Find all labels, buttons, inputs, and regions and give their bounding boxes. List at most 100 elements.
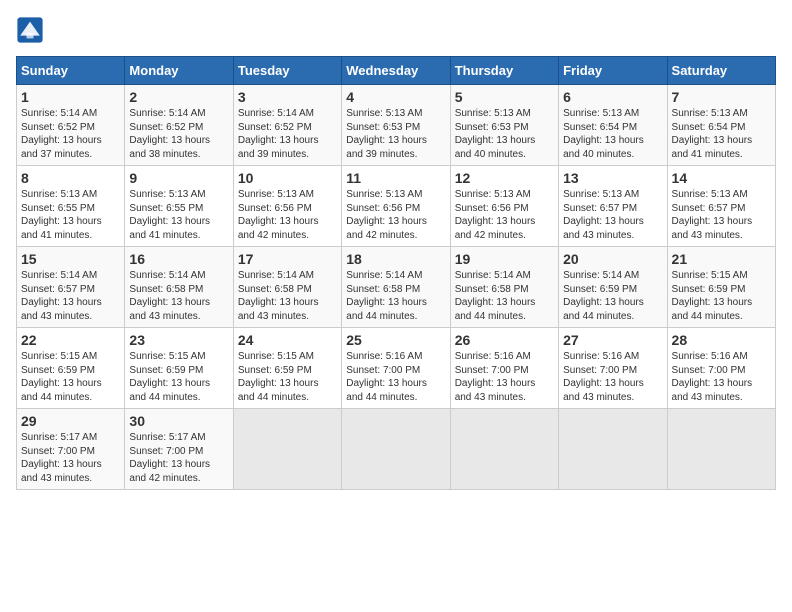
day-info: Sunrise: 5:14 AMSunset: 6:57 PMDaylight:… [21, 269, 120, 323]
day-number: 23 [129, 332, 228, 348]
day-number: 28 [672, 332, 771, 348]
day-number: 25 [346, 332, 445, 348]
day-info: Sunrise: 5:13 AMSunset: 6:55 PMDaylight:… [21, 188, 120, 242]
day-info: Sunrise: 5:13 AMSunset: 6:57 PMDaylight:… [672, 188, 771, 242]
logo [16, 16, 48, 44]
calendar-cell: 6 Sunrise: 5:13 AMSunset: 6:54 PMDaylight… [559, 85, 667, 166]
day-info: Sunrise: 5:16 AMSunset: 7:00 PMDaylight:… [346, 350, 445, 404]
day-number: 10 [238, 170, 337, 186]
day-info: Sunrise: 5:13 AMSunset: 6:57 PMDaylight:… [563, 188, 662, 242]
calendar-cell: 15 Sunrise: 5:14 AMSunset: 6:57 PMDayligh… [17, 247, 125, 328]
day-info: Sunrise: 5:13 AMSunset: 6:54 PMDaylight:… [672, 107, 771, 161]
calendar-cell: 16Sunrise: 5:14 AMSunset: 6:58 PMDayligh… [125, 247, 233, 328]
calendar-cell [342, 409, 450, 490]
calendar-cell: 1Sunrise: 5:14 AMSunset: 6:52 PMDaylight… [17, 85, 125, 166]
weekday-header-thursday: Thursday [450, 57, 558, 85]
day-number: 24 [238, 332, 337, 348]
calendar-cell [559, 409, 667, 490]
day-info: Sunrise: 5:13 AMSunset: 6:53 PMDaylight:… [455, 107, 554, 161]
weekday-header-saturday: Saturday [667, 57, 775, 85]
calendar-cell: 2Sunrise: 5:14 AMSunset: 6:52 PMDaylight… [125, 85, 233, 166]
day-number: 3 [238, 89, 337, 105]
day-number: 13 [563, 170, 662, 186]
calendar-cell: 29 Sunrise: 5:17 AMSunset: 7:00 PMDayligh… [17, 409, 125, 490]
day-number: 16 [129, 251, 228, 267]
weekday-header-row: SundayMondayTuesdayWednesdayThursdayFrid… [17, 57, 776, 85]
day-number: 17 [238, 251, 337, 267]
calendar-cell: 27 Sunrise: 5:16 AMSunset: 7:00 PMDayligh… [559, 328, 667, 409]
calendar-cell: 3 Sunrise: 5:14 AMSunset: 6:52 PMDaylight… [233, 85, 341, 166]
calendar-cell: 11 Sunrise: 5:13 AMSunset: 6:56 PMDayligh… [342, 166, 450, 247]
day-number: 15 [21, 251, 120, 267]
day-number: 19 [455, 251, 554, 267]
day-number: 29 [21, 413, 120, 429]
day-number: 2 [129, 89, 228, 105]
day-info: Sunrise: 5:14 AMSunset: 6:58 PMDaylight:… [455, 269, 554, 323]
calendar-week-3: 15 Sunrise: 5:14 AMSunset: 6:57 PMDayligh… [17, 247, 776, 328]
calendar-cell: 4 Sunrise: 5:13 AMSunset: 6:53 PMDaylight… [342, 85, 450, 166]
calendar-cell: 19 Sunrise: 5:14 AMSunset: 6:58 PMDayligh… [450, 247, 558, 328]
day-number: 14 [672, 170, 771, 186]
day-info: Sunrise: 5:13 AMSunset: 6:56 PMDaylight:… [346, 188, 445, 242]
day-info: Sunrise: 5:14 AMSunset: 6:52 PMDaylight:… [21, 107, 120, 161]
day-info: Sunrise: 5:17 AMSunset: 7:00 PMDaylight:… [21, 431, 120, 485]
calendar-cell [667, 409, 775, 490]
weekday-header-sunday: Sunday [17, 57, 125, 85]
day-number: 22 [21, 332, 120, 348]
day-info: Sunrise: 5:16 AMSunset: 7:00 PMDaylight:… [672, 350, 771, 404]
calendar-cell: 17Sunrise: 5:14 AMSunset: 6:58 PMDayligh… [233, 247, 341, 328]
calendar-cell: 24 Sunrise: 5:15 AMSunset: 6:59 PMDayligh… [233, 328, 341, 409]
day-number: 30 [129, 413, 228, 429]
calendar-cell: 10 Sunrise: 5:13 AMSunset: 6:56 PMDayligh… [233, 166, 341, 247]
day-info: Sunrise: 5:14 AMSunset: 6:59 PMDaylight:… [563, 269, 662, 323]
day-info: Sunrise: 5:13 AMSunset: 6:56 PMDaylight:… [238, 188, 337, 242]
calendar-week-2: 8 Sunrise: 5:13 AMSunset: 6:55 PMDaylight… [17, 166, 776, 247]
day-info: Sunrise: 5:13 AMSunset: 6:56 PMDaylight:… [455, 188, 554, 242]
day-number: 12 [455, 170, 554, 186]
day-number: 6 [563, 89, 662, 105]
day-number: 27 [563, 332, 662, 348]
day-info: Sunrise: 5:14 AMSunset: 6:58 PMDaylight:… [346, 269, 445, 323]
calendar-cell: 23Sunrise: 5:15 AMSunset: 6:59 PMDayligh… [125, 328, 233, 409]
calendar-cell: 8 Sunrise: 5:13 AMSunset: 6:55 PMDaylight… [17, 166, 125, 247]
day-number: 26 [455, 332, 554, 348]
weekday-header-wednesday: Wednesday [342, 57, 450, 85]
day-info: Sunrise: 5:16 AMSunset: 7:00 PMDaylight:… [455, 350, 554, 404]
day-number: 8 [21, 170, 120, 186]
logo-icon [16, 16, 44, 44]
day-number: 4 [346, 89, 445, 105]
calendar-cell: 21Sunrise: 5:15 AMSunset: 6:59 PMDayligh… [667, 247, 775, 328]
calendar-cell: 20 Sunrise: 5:14 AMSunset: 6:59 PMDayligh… [559, 247, 667, 328]
day-info: Sunrise: 5:16 AMSunset: 7:00 PMDaylight:… [563, 350, 662, 404]
weekday-header-monday: Monday [125, 57, 233, 85]
day-number: 20 [563, 251, 662, 267]
day-number: 5 [455, 89, 554, 105]
day-info: Sunrise: 5:15 AMSunset: 6:59 PMDaylight:… [21, 350, 120, 404]
day-info: Sunrise: 5:17 AMSunset: 7:00 PMDaylight:… [129, 431, 228, 485]
day-number: 7 [672, 89, 771, 105]
day-info: Sunrise: 5:14 AMSunset: 6:52 PMDaylight:… [238, 107, 337, 161]
calendar-cell: 25 Sunrise: 5:16 AMSunset: 7:00 PMDayligh… [342, 328, 450, 409]
calendar-week-4: 22 Sunrise: 5:15 AMSunset: 6:59 PMDayligh… [17, 328, 776, 409]
calendar-cell: 26 Sunrise: 5:16 AMSunset: 7:00 PMDayligh… [450, 328, 558, 409]
calendar-cell: 13 Sunrise: 5:13 AMSunset: 6:57 PMDayligh… [559, 166, 667, 247]
day-number: 9 [129, 170, 228, 186]
day-info: Sunrise: 5:15 AMSunset: 6:59 PMDaylight:… [672, 269, 771, 323]
day-info: Sunrise: 5:15 AMSunset: 6:59 PMDaylight:… [238, 350, 337, 404]
day-number: 11 [346, 170, 445, 186]
calendar-cell: 9 Sunrise: 5:13 AMSunset: 6:55 PMDaylight… [125, 166, 233, 247]
day-number: 18 [346, 251, 445, 267]
calendar-table: SundayMondayTuesdayWednesdayThursdayFrid… [16, 56, 776, 490]
calendar-cell [233, 409, 341, 490]
calendar-cell: 18 Sunrise: 5:14 AMSunset: 6:58 PMDayligh… [342, 247, 450, 328]
calendar-week-1: 1Sunrise: 5:14 AMSunset: 6:52 PMDaylight… [17, 85, 776, 166]
calendar-body: 1Sunrise: 5:14 AMSunset: 6:52 PMDaylight… [17, 85, 776, 490]
weekday-header-tuesday: Tuesday [233, 57, 341, 85]
day-info: Sunrise: 5:13 AMSunset: 6:53 PMDaylight:… [346, 107, 445, 161]
calendar-cell: 5 Sunrise: 5:13 AMSunset: 6:53 PMDaylight… [450, 85, 558, 166]
day-info: Sunrise: 5:13 AMSunset: 6:54 PMDaylight:… [563, 107, 662, 161]
day-info: Sunrise: 5:13 AMSunset: 6:55 PMDaylight:… [129, 188, 228, 242]
calendar-cell: 12 Sunrise: 5:13 AMSunset: 6:56 PMDayligh… [450, 166, 558, 247]
calendar-cell: 14 Sunrise: 5:13 AMSunset: 6:57 PMDayligh… [667, 166, 775, 247]
weekday-header-friday: Friday [559, 57, 667, 85]
